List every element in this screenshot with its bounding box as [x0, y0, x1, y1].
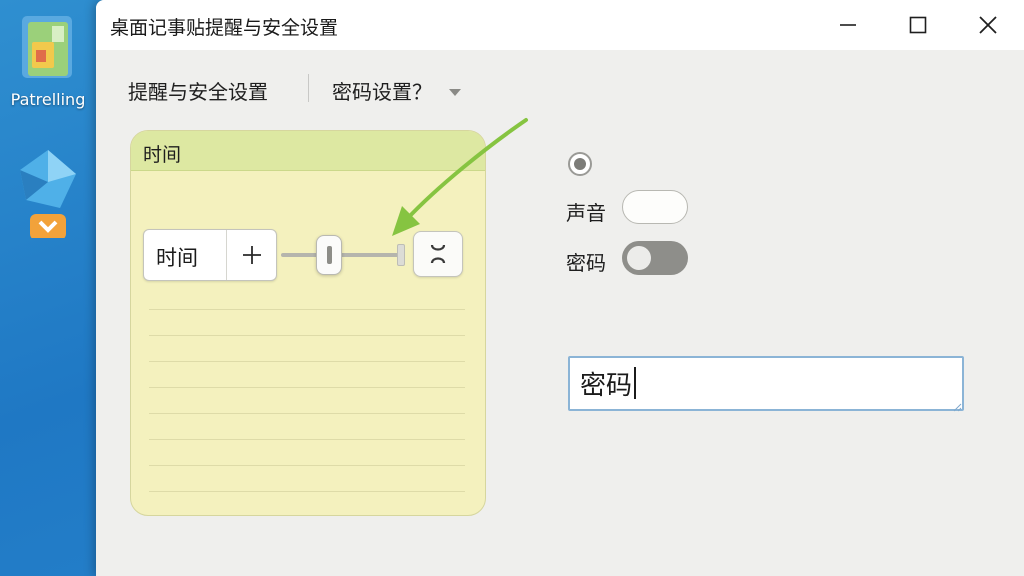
title-bar[interactable]: 桌面记事贴提醒与安全设置	[96, 0, 1024, 50]
note-line	[149, 413, 465, 414]
collapse-expand-icon	[430, 244, 446, 264]
time-slider-track[interactable]	[281, 253, 405, 257]
desktop-icon-label: Patrelling	[10, 90, 86, 109]
sound-toggle[interactable]	[622, 190, 688, 224]
resize-grip-icon[interactable]	[952, 402, 962, 412]
tab-password-settings[interactable]: 密码设置？	[332, 76, 462, 105]
note-line	[149, 387, 465, 388]
minimize-button[interactable]	[812, 0, 884, 50]
time-stepper[interactable]: 时间	[143, 229, 277, 281]
note-line	[149, 439, 465, 440]
close-icon	[979, 16, 997, 34]
desktop-icon-security[interactable]	[4, 148, 92, 240]
password-toggle[interactable]	[622, 241, 688, 275]
note-line	[149, 465, 465, 466]
time-stepper-divider	[226, 230, 227, 280]
toolbar-divider	[308, 74, 309, 102]
time-stepper-label: 时间	[156, 246, 198, 270]
close-button[interactable]	[952, 0, 1024, 50]
security-app-icon	[16, 148, 80, 240]
note-title: 时间	[143, 144, 182, 166]
option-radio[interactable]	[568, 152, 592, 176]
minimize-icon	[840, 24, 856, 26]
note-line	[149, 361, 465, 362]
window-title: 桌面记事贴提醒与安全设置	[110, 17, 339, 39]
chevron-down-icon	[449, 88, 461, 96]
settings-window: 桌面记事贴提醒与安全设置 提醒与安全设置 密码设置？ 时间 时间 声音 密码 密…	[96, 0, 1024, 576]
desktop-icon-notes[interactable]: Patrelling	[4, 12, 92, 109]
password-input[interactable]	[568, 356, 964, 411]
note-line	[149, 491, 465, 492]
plus-icon	[243, 246, 261, 264]
note-line	[149, 335, 465, 336]
notes-app-icon	[16, 12, 80, 84]
maximize-icon	[909, 16, 927, 34]
password-label: 密码	[566, 251, 606, 275]
annotation-arrow-icon	[392, 118, 528, 236]
tab-password-label: 密码设置？	[332, 80, 432, 104]
maximize-button[interactable]	[882, 0, 954, 50]
sound-label: 声音	[566, 201, 606, 225]
text-caret	[634, 367, 636, 399]
time-increment-button[interactable]	[228, 230, 276, 280]
tab-reminder-security[interactable]: 提醒与安全设置	[128, 76, 268, 105]
time-slider-end-stop	[397, 244, 405, 266]
note-line	[149, 309, 465, 310]
time-slider-thumb[interactable]	[316, 235, 342, 275]
